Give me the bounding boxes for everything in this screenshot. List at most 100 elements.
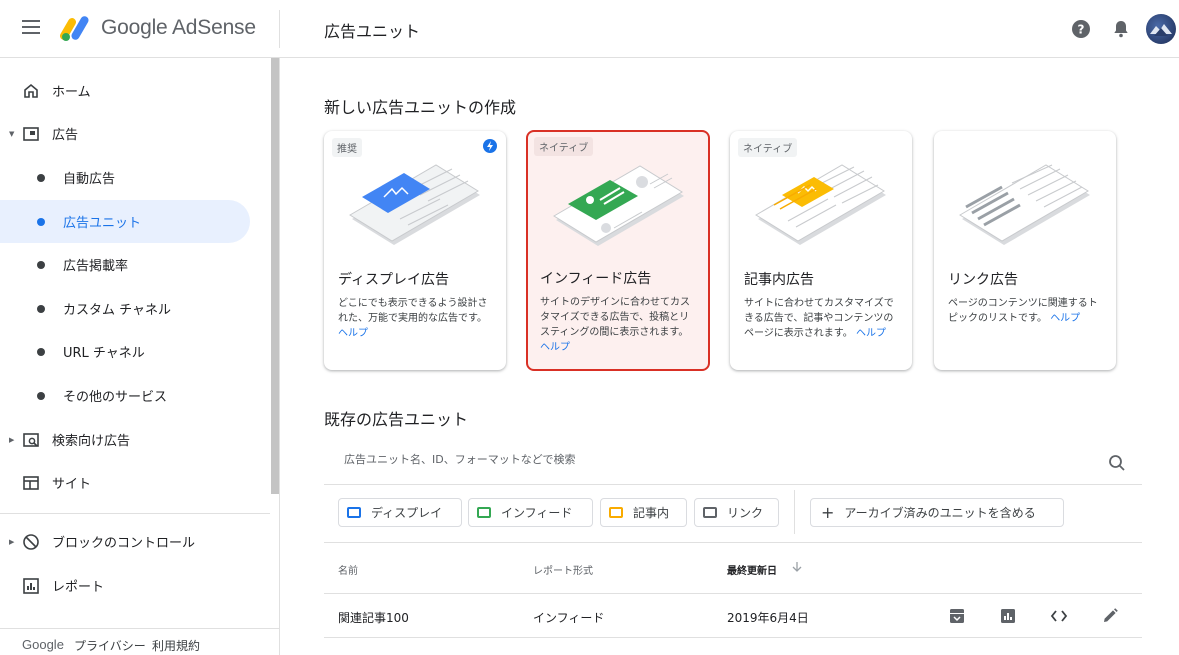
account-avatar[interactable] — [1146, 14, 1176, 44]
sidebar-item-ad-coverage[interactable]: 広告掲載率 — [0, 243, 270, 286]
ad-unit-search-bar — [324, 441, 1142, 485]
ads-icon — [23, 126, 39, 141]
sidebar-item-auto-ads[interactable]: 自動広告 — [0, 156, 270, 199]
sidebar-item-blocking-controls[interactable]: ▶ ブロックのコントロール — [0, 520, 270, 563]
search-input[interactable] — [344, 453, 1084, 466]
filter-chip-link[interactable]: リンク — [694, 498, 779, 527]
plus-icon: + — [821, 503, 835, 522]
page-title: 広告ユニット — [324, 22, 421, 41]
sidebar-footer: Google プライバシー 利用規約 — [0, 628, 279, 655]
svg-text:?: ? — [1078, 23, 1085, 37]
sidebar-item-search-ads[interactable]: ▶ 検索向け広告 — [0, 418, 270, 461]
sidebar-nav: ホーム ▼ 広告 自動広告 広告ユニット 広告掲載率 カスタム チャネル URL… — [0, 58, 280, 655]
ad-unit-format: インフィード — [533, 611, 605, 625]
sidebar-item-other-services[interactable]: その他のサービス — [0, 374, 270, 417]
sidebar-item-custom-channels[interactable]: カスタム チャネル — [0, 287, 270, 330]
privacy-link[interactable]: プライバシー — [74, 637, 146, 654]
sidebar-item-label: 広告ユニット — [63, 216, 142, 231]
ad-unit-name[interactable]: 関連記事100 — [338, 609, 409, 626]
help-link[interactable]: ヘルプ — [338, 328, 368, 339]
card-description: ページのコンテンツに関連するトピックのリストです。 ヘルプ — [948, 296, 1104, 326]
link-format-icon — [703, 507, 717, 518]
app-name: Google AdSense — [101, 16, 256, 39]
bullet-icon — [37, 260, 45, 269]
help-link[interactable]: ヘルプ — [540, 342, 570, 353]
sidebar-item-label: 広告掲載率 — [63, 259, 129, 274]
table-header: 名前 レポート形式 最終更新日 — [324, 542, 1142, 594]
in-article-ad-card[interactable]: ネイティブ 記事内広告 サイトに合わせてカスタマイズできる広告で、記事やコンテン… — [730, 131, 912, 370]
chip-divider — [794, 490, 795, 534]
help-link[interactable]: ヘルプ — [856, 328, 886, 339]
include-archived-chip[interactable]: + アーカイブ済みのユニットを含める — [810, 498, 1064, 527]
display-format-icon — [347, 507, 361, 518]
block-icon — [23, 533, 39, 550]
card-description: どこにでも表示できるよう設計された、万能で実用的な広告です。 ヘルプ — [338, 296, 494, 341]
menu-icon[interactable] — [22, 20, 40, 34]
filter-chip-infeed[interactable]: インフィード — [468, 498, 593, 527]
create-section-title: 新しい広告ユニットの作成 — [324, 98, 517, 117]
sidebar-item-label: レポート — [52, 580, 105, 595]
sidebar-item-label: カスタム チャネル — [63, 303, 172, 318]
column-header-format[interactable]: レポート形式 — [533, 562, 593, 577]
bullet-icon — [37, 217, 45, 226]
card-title: インフィード広告 — [540, 271, 652, 287]
link-ad-card[interactable]: リンク広告 ページのコンテンツに関連するトピックのリストです。 ヘルプ — [934, 131, 1116, 370]
sort-arrow-down-icon[interactable] — [791, 561, 803, 573]
chip-label: アーカイブ済みのユニットを含める — [844, 506, 1036, 520]
search-ads-icon — [23, 432, 39, 447]
display-ad-card[interactable]: 推奨 ディスプレイ広告 どこにでも表示できるよう設計された、万能で実用的な広告で… — [324, 131, 506, 370]
display-ad-illustration — [349, 164, 480, 245]
sidebar-item-label: 検索向け広告 — [52, 434, 131, 449]
infeed-ad-card[interactable]: ネイティブ インフィード広告 サイトのデザインに合わせてカスタマイズできる広告で… — [526, 130, 710, 371]
sidebar-scrollbar[interactable] — [271, 58, 279, 494]
notifications-bell-icon[interactable] — [1111, 19, 1131, 39]
archive-icon[interactable] — [948, 607, 966, 625]
sidebar-item-sites[interactable]: サイト — [0, 461, 270, 504]
sidebar-item-ad-units[interactable]: 広告ユニット — [0, 200, 250, 243]
bullet-icon — [37, 304, 45, 313]
edit-pencil-icon[interactable] — [1101, 607, 1119, 625]
sidebar-item-url-channels[interactable]: URL チャネル — [0, 330, 270, 373]
card-title: 記事内広告 — [744, 272, 814, 288]
sidebar-item-home[interactable]: ホーム — [0, 69, 270, 112]
adsense-logo-icon — [60, 16, 89, 41]
sidebar-item-ads[interactable]: ▼ 広告 — [0, 112, 270, 155]
existing-section-title: 既存の広告ユニット — [324, 410, 469, 429]
table-row[interactable]: 関連記事100 インフィード 2019年6月4日 — [324, 595, 1142, 638]
bullet-icon — [37, 173, 45, 182]
top-app-bar: Google AdSense 広告ユニット ? — [0, 0, 1179, 58]
help-link[interactable]: ヘルプ — [1050, 313, 1080, 324]
avatar-image-icon — [1150, 24, 1172, 36]
chip-label: インフィード — [501, 506, 573, 520]
sidebar-divider — [0, 513, 270, 514]
infeed-format-icon — [477, 507, 491, 518]
header-divider — [279, 10, 280, 48]
report-icon[interactable] — [999, 607, 1017, 625]
sidebar-item-label: その他のサービス — [63, 390, 168, 405]
expand-caret-icon[interactable]: ▶ — [9, 538, 14, 546]
ad-unit-updated: 2019年6月4日 — [727, 611, 809, 625]
sidebar-item-reports[interactable]: レポート — [0, 564, 270, 607]
column-header-name[interactable]: 名前 — [338, 562, 358, 577]
code-icon[interactable] — [1050, 607, 1068, 625]
expand-caret-icon[interactable]: ▼ — [9, 130, 14, 138]
search-icon[interactable] — [1108, 454, 1126, 472]
expand-caret-icon[interactable]: ▶ — [9, 436, 14, 444]
help-icon[interactable]: ? — [1071, 19, 1091, 39]
filter-chip-in-article[interactable]: 記事内 — [600, 498, 687, 527]
chip-label: ディスプレイ — [371, 506, 443, 520]
sidebar-item-label: サイト — [52, 477, 92, 492]
filter-chip-display[interactable]: ディスプレイ — [338, 498, 462, 527]
card-description-text: どこにでも表示できるよう設計された、万能で実用的な広告です。 — [338, 298, 488, 324]
card-description-text: サイトのデザインに合わせてカスタマイズできる広告で、投稿とリスティングの間に表示… — [540, 297, 690, 338]
sidebar-item-label: ホーム — [52, 85, 91, 100]
column-header-updated[interactable]: 最終更新日 — [727, 562, 777, 577]
home-icon — [24, 83, 38, 98]
card-description: サイトに合わせてカスタマイズできる広告で、記事やコンテンツのページに表示されます… — [744, 296, 900, 341]
card-title: リンク広告 — [948, 272, 1018, 288]
link-ad-illustration — [959, 164, 1090, 245]
terms-link[interactable]: 利用規約 — [152, 637, 200, 654]
sidebar-item-label: 自動広告 — [63, 172, 116, 187]
card-title: ディスプレイ広告 — [338, 272, 450, 288]
in-article-format-icon — [609, 507, 623, 518]
